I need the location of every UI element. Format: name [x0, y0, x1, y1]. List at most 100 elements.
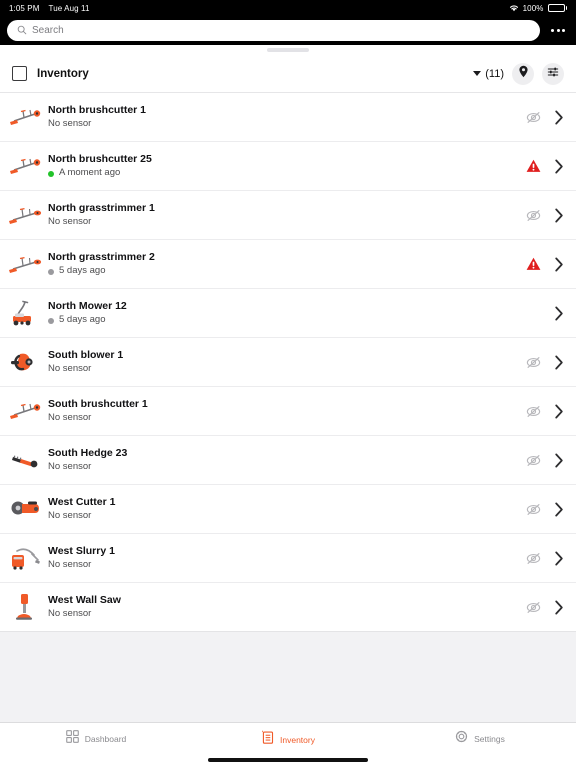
chevron-down-icon	[473, 71, 482, 76]
tab-label: Dashboard	[84, 734, 127, 744]
tab-label: Inventory	[280, 734, 315, 745]
row-text: North grasstrimmer 1 No sensor	[46, 202, 520, 228]
no-sensor-icon	[520, 503, 546, 516]
filter-button[interactable]	[542, 62, 564, 85]
no-sensor-icon	[520, 356, 546, 369]
table-row[interactable]: North brushcutter 1 No sensor	[0, 93, 576, 142]
item-name: South blower 1	[48, 349, 124, 361]
row-text: West Cutter 1 No sensor	[46, 496, 520, 522]
status-bar-right: 100%	[509, 4, 567, 13]
table-row[interactable]: South brushcutter 1 No sensor	[0, 387, 576, 436]
item-name: South brushcutter 1	[48, 398, 148, 410]
status-dot	[48, 317, 54, 324]
chevron-right-icon[interactable]	[546, 110, 564, 125]
item-status: No sensor	[48, 608, 520, 620]
no-sensor-icon	[520, 209, 546, 222]
battery-full-icon	[547, 4, 567, 12]
table-row[interactable]: North brushcutter 25 A moment ago	[0, 142, 576, 191]
chevron-right-icon[interactable]	[546, 502, 564, 517]
item-status-label: No sensor	[48, 363, 92, 375]
status-bar: 1:05 PM Tue Aug 11 100%	[0, 0, 576, 16]
row-text: North brushcutter 1 No sensor	[46, 104, 520, 130]
tab-inventory[interactable]: Inventory	[192, 730, 384, 749]
app-window: 1:05 PM Tue Aug 11 100% Search Inventory…	[0, 0, 576, 768]
item-status: No sensor	[48, 559, 520, 571]
tab-dashboard[interactable]: Dashboard	[0, 730, 192, 748]
item-status-label: 5 days ago	[59, 314, 106, 326]
select-all-checkbox[interactable]	[12, 66, 27, 81]
inventory-list-scroll[interactable]: North brushcutter 1 No sensor North brus…	[0, 93, 576, 722]
sheet-grabber-area	[0, 45, 576, 55]
chevron-right-icon[interactable]	[546, 208, 564, 223]
item-status-label: No sensor	[48, 461, 92, 473]
table-row[interactable]: South Hedge 23 No sensor	[0, 436, 576, 485]
row-text: North brushcutter 25 A moment ago	[46, 153, 520, 179]
item-name: South Hedge 23	[48, 447, 128, 459]
row-text: South blower 1 No sensor	[46, 349, 520, 375]
brushcutter-icon	[6, 98, 46, 136]
status-bar-date: Tue Aug 11	[48, 3, 90, 13]
brushcutter-icon	[6, 392, 46, 430]
grasstrimmer-icon	[6, 245, 46, 283]
item-status-label: A moment ago	[59, 167, 121, 179]
item-name: North Mower 12	[48, 300, 127, 312]
item-name: North grasstrimmer 2	[48, 251, 155, 263]
item-status-label: No sensor	[48, 510, 92, 522]
status-bar-time: 1:05 PM	[9, 3, 40, 13]
table-row[interactable]: South blower 1 No sensor	[0, 338, 576, 387]
no-sensor-icon	[520, 552, 546, 565]
hedge-trimmer-icon	[6, 441, 46, 479]
row-text: West Wall Saw No sensor	[46, 594, 520, 620]
page-title: Inventory	[37, 67, 89, 80]
status-bar-left: 1:05 PM Tue Aug 11	[9, 4, 90, 13]
search-placeholder: Search	[32, 25, 64, 36]
map-pin-icon	[518, 65, 529, 83]
item-count-label: (11)	[485, 67, 504, 80]
item-status: No sensor	[48, 216, 520, 228]
search-input[interactable]: Search	[7, 20, 540, 41]
grasstrimmer-icon	[6, 196, 46, 234]
item-name: West Cutter 1	[48, 496, 116, 508]
tab-settings[interactable]: Settings	[384, 730, 576, 748]
drag-handle[interactable]	[267, 48, 309, 52]
chevron-right-icon[interactable]	[546, 404, 564, 419]
clipboard-inventory-icon	[261, 730, 274, 749]
wifi-icon	[509, 4, 519, 12]
item-status-label: No sensor	[48, 216, 92, 228]
chevron-right-icon[interactable]	[546, 453, 564, 468]
sort-dropdown[interactable]: (11)	[473, 68, 504, 80]
table-row[interactable]: West Slurry 1 No sensor	[0, 534, 576, 583]
chevron-right-icon[interactable]	[546, 551, 564, 566]
chevron-right-icon[interactable]	[546, 306, 564, 321]
no-sensor-icon	[520, 454, 546, 467]
item-status: No sensor	[48, 510, 520, 522]
row-text: South Hedge 23 No sensor	[46, 447, 520, 473]
chevron-right-icon[interactable]	[546, 159, 564, 174]
home-indicator	[208, 758, 368, 762]
chevron-right-icon[interactable]	[546, 600, 564, 615]
tab-label: Settings	[474, 734, 505, 744]
item-name: North grasstrimmer 1	[48, 202, 155, 214]
table-row[interactable]: West Cutter 1 No sensor	[0, 485, 576, 534]
warning-icon[interactable]	[520, 257, 546, 271]
chevron-right-icon[interactable]	[546, 257, 564, 272]
gear-icon	[455, 730, 468, 748]
list-header: Inventory (11)	[0, 55, 576, 93]
table-row[interactable]: West Wall Saw No sensor	[0, 583, 576, 632]
map-view-button[interactable]	[512, 62, 534, 85]
table-row[interactable]: North Mower 12 5 days ago	[0, 289, 576, 338]
item-status: A moment ago	[48, 167, 520, 179]
slurry-vacuum-icon	[6, 539, 46, 577]
search-icon	[17, 22, 27, 40]
item-status: No sensor	[48, 118, 520, 130]
warning-icon[interactable]	[520, 159, 546, 173]
grid-dashboard-icon	[65, 730, 79, 748]
table-row[interactable]: North grasstrimmer 2 5 days ago	[0, 240, 576, 289]
chevron-right-icon[interactable]	[546, 355, 564, 370]
filter-sliders-icon	[547, 65, 559, 83]
more-horizontal-icon[interactable]	[546, 19, 570, 43]
row-text: South brushcutter 1 No sensor	[46, 398, 520, 424]
item-status-label: No sensor	[48, 608, 92, 620]
table-row[interactable]: North grasstrimmer 1 No sensor	[0, 191, 576, 240]
item-status: 5 days ago	[48, 265, 520, 277]
